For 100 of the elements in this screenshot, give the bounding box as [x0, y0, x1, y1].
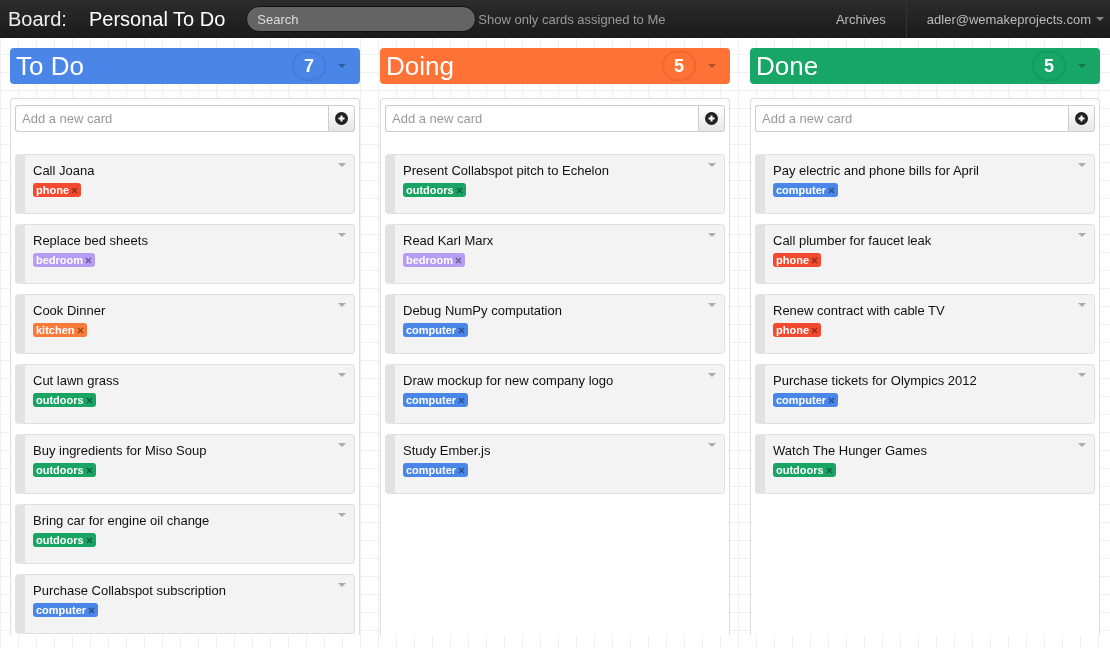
task-card[interactable]: Draw mockup for new company logo computer	[385, 364, 725, 424]
task-card[interactable]: Pay electric and phone bills for April computer	[755, 154, 1095, 214]
card-count: 5	[1032, 51, 1066, 81]
add-card-field[interactable]: Add a new card	[755, 105, 1068, 132]
tag-label: outdoors	[406, 184, 454, 196]
card-title: Renew contract with cable TV	[773, 303, 945, 318]
task-card[interactable]: Study Ember.js computer	[385, 434, 725, 494]
add-button[interactable]	[328, 105, 355, 132]
task-card[interactable]: Call Joana phone	[15, 154, 355, 214]
task-card[interactable]: Purchase Collabspot subscription computer	[15, 574, 355, 634]
caret-icon	[338, 303, 346, 307]
caret-icon	[708, 163, 716, 167]
card-title: Watch The Hunger Games	[773, 443, 927, 458]
tag-label: phone	[36, 184, 69, 196]
caret-icon	[1078, 373, 1086, 377]
caret-icon	[338, 373, 346, 377]
remove-icon[interactable]	[455, 186, 463, 194]
tag-label: computer	[36, 604, 87, 616]
remove-icon[interactable]	[458, 326, 466, 334]
card-title: Present Collabspot pitch to Echelon	[403, 163, 609, 178]
task-card[interactable]: Renew contract with cable TV phone	[755, 294, 1095, 354]
add-card-field[interactable]: Add a new card	[385, 105, 698, 132]
tag-label: kitchen	[36, 324, 75, 336]
tag-label: phone	[776, 324, 809, 336]
archives-link[interactable]: Archives	[815, 0, 906, 38]
remove-icon[interactable]	[85, 466, 93, 474]
remove-icon[interactable]	[85, 536, 93, 544]
card-title: Purchase tickets for Olympics 2012	[773, 373, 977, 388]
caret-icon	[1078, 163, 1086, 167]
column-title: To Do	[16, 50, 85, 82]
plus-icon	[1075, 112, 1088, 125]
remove-icon[interactable]	[458, 396, 466, 404]
board-name: Personal To Do	[88, 7, 226, 31]
card-count: 5	[662, 51, 696, 81]
tag-label: computer	[406, 394, 457, 406]
filter-label[interactable]: Show only cards assigned to Me	[478, 11, 666, 27]
card-title: Call Joana	[33, 163, 95, 178]
remove-icon[interactable]	[458, 466, 466, 474]
caret-icon	[338, 443, 346, 447]
add-card-field[interactable]: Add a new card	[15, 105, 328, 132]
task-card[interactable]: Present Collabspot pitch to Echelon outdoors	[385, 154, 725, 214]
caret-icon	[708, 443, 716, 447]
caret-icon	[338, 513, 346, 517]
remove-icon[interactable]	[71, 186, 78, 194]
task-card[interactable]: Buy ingredients for Miso Soup outdoors	[15, 434, 355, 494]
task-card[interactable]: Read Karl Marx bedroom	[385, 224, 725, 284]
task-card[interactable]: Call plumber for faucet leak phone	[755, 224, 1095, 284]
tag-label: outdoors	[776, 464, 824, 476]
caret-icon	[338, 583, 346, 587]
plus-icon	[335, 112, 348, 125]
tag-label: bedroom	[36, 254, 84, 266]
remove-icon[interactable]	[828, 186, 836, 194]
remove-icon[interactable]	[76, 326, 84, 334]
caret-icon	[338, 163, 346, 167]
column-title: Done	[756, 50, 820, 82]
card-title: Pay electric and phone bills for April	[773, 163, 979, 178]
search-field[interactable]: Search	[246, 6, 477, 32]
card-title: Debug NumPy computation	[403, 303, 562, 318]
user-menu[interactable]: adler@wemakeprojects.com	[905, 0, 1110, 38]
tag-label: outdoors	[36, 394, 84, 406]
card-title: Study Ember.js	[403, 443, 491, 458]
caret-icon	[338, 64, 346, 68]
caret-icon	[708, 303, 716, 307]
tag-label: outdoors	[36, 534, 84, 546]
remove-icon[interactable]	[811, 326, 818, 334]
task-card[interactable]: Watch The Hunger Games outdoors	[755, 434, 1095, 494]
caret-icon	[708, 64, 716, 68]
add-button[interactable]	[1068, 105, 1095, 132]
tag-label: outdoors	[36, 464, 84, 476]
remove-icon[interactable]	[85, 396, 93, 404]
remove-icon[interactable]	[828, 396, 836, 404]
card-title: Purchase Collabspot subscription	[33, 583, 226, 598]
remove-icon[interactable]	[811, 256, 818, 264]
card-title: Read Karl Marx	[403, 233, 494, 248]
task-card[interactable]: Bring car for engine oil change outdoors	[15, 504, 355, 564]
card-count: 7	[292, 51, 326, 81]
remove-icon[interactable]	[455, 256, 463, 264]
caret-icon	[338, 233, 346, 237]
tag-label: computer	[406, 464, 457, 476]
task-card[interactable]: Debug NumPy computation computer	[385, 294, 725, 354]
tag-label: bedroom	[406, 254, 454, 266]
add-button[interactable]	[698, 105, 725, 132]
plus-icon	[705, 112, 718, 125]
card-title: Buy ingredients for Miso Soup	[33, 443, 207, 458]
tag-label: computer	[776, 184, 827, 196]
task-card[interactable]: Cook Dinner kitchen	[15, 294, 355, 354]
remove-icon[interactable]	[88, 606, 96, 614]
caret-icon	[1078, 233, 1086, 237]
caret-icon	[708, 373, 716, 377]
caret-icon	[1078, 443, 1086, 447]
column-title: Doing	[386, 50, 455, 82]
card-title: Call plumber for faucet leak	[773, 233, 932, 248]
task-card[interactable]: Purchase tickets for Olympics 2012 computer	[755, 364, 1095, 424]
task-card[interactable]: Cut lawn grass outdoors	[15, 364, 355, 424]
caret-icon	[708, 233, 716, 237]
task-card[interactable]: Replace bed sheets bedroom	[15, 224, 355, 284]
tag-label: phone	[776, 254, 809, 266]
remove-icon[interactable]	[85, 256, 93, 264]
remove-icon[interactable]	[825, 466, 833, 474]
card-title: Draw mockup for new company logo	[403, 373, 614, 388]
